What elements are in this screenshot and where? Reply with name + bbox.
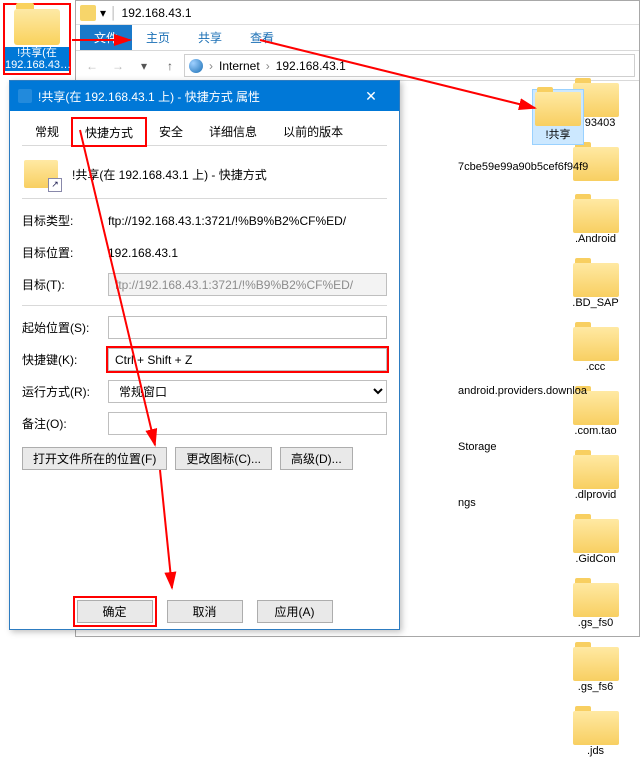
folder-icon: [14, 9, 60, 45]
file-label-peek: android.providers.downloa: [458, 363, 640, 419]
input-comment[interactable]: [108, 412, 387, 435]
tab-share[interactable]: 共享: [184, 25, 236, 50]
nav-row: ← → ▾ ↑ › Internet › 192.168.43.1: [76, 51, 639, 81]
app-icon: [80, 5, 96, 21]
btn-ok[interactable]: 确定: [77, 600, 153, 623]
btn-advanced[interactable]: 高级(D)...: [280, 447, 353, 470]
tab-home[interactable]: 主页: [132, 25, 184, 50]
folder-icon: [573, 711, 619, 745]
lbl-target-type: 目标类型:: [22, 212, 108, 229]
desktop-shortcut-label1: !共享(在: [5, 47, 69, 59]
properties-dialog: !共享(在 192.168.43.1 上) - 快捷方式 属性 ✕ 常规 快捷方…: [9, 80, 400, 630]
titlebar: ▾ │ 192.168.43.1: [76, 1, 639, 25]
crumb-ip[interactable]: 192.168.43.1: [276, 59, 346, 73]
desktop-shortcut-label2: 192.168.43…: [5, 59, 69, 71]
ribbon-tabs: 文件 主页 共享 查看: [76, 25, 639, 51]
globe-icon: [189, 59, 203, 73]
dialog-tabs: 常规 快捷方式 安全 详细信息 以前的版本: [22, 117, 387, 146]
folder-icon: [535, 92, 581, 126]
val-target-type: ftp://192.168.43.1:3721/!%B9%B2%CF%ED/: [108, 214, 387, 228]
tab-file[interactable]: 文件: [80, 25, 132, 50]
input-shortcut-key[interactable]: [108, 348, 387, 371]
nav-up-icon[interactable]: ↑: [158, 54, 182, 78]
close-icon[interactable]: ✕: [351, 88, 391, 105]
dialog-title: !共享(在 192.168.43.1 上) - 快捷方式 属性: [38, 88, 351, 105]
file-item[interactable]: .jds: [558, 711, 633, 757]
window-title: 192.168.43.1: [122, 6, 192, 20]
crumb-internet[interactable]: Internet: [219, 59, 260, 73]
file-label-peek: Storage: [458, 419, 640, 475]
dialog-titlebar: !共享(在 192.168.43.1 上) - 快捷方式 属性 ✕: [10, 81, 399, 111]
btn-apply[interactable]: 应用(A): [257, 600, 333, 623]
lbl-shortcut-key: 快捷键(K):: [22, 351, 108, 368]
dtab-security[interactable]: 安全: [146, 117, 196, 145]
file-label-peek: [458, 531, 640, 587]
dtab-details[interactable]: 详细信息: [196, 117, 270, 145]
btn-open-location[interactable]: 打开文件所在的位置(F): [22, 447, 167, 470]
dtab-previous[interactable]: 以前的版本: [270, 117, 356, 145]
shortcut-folder-icon: [24, 160, 58, 188]
nav-back-icon[interactable]: ←: [80, 54, 104, 78]
file-label-peek: ngs: [458, 475, 640, 531]
lbl-comment: 备注(O):: [22, 415, 108, 432]
dtab-general[interactable]: 常规: [22, 117, 72, 145]
qat-save-icon[interactable]: ▾: [100, 6, 106, 20]
dtab-shortcut[interactable]: 快捷方式: [72, 118, 146, 146]
input-start-in[interactable]: [108, 316, 387, 339]
btn-cancel[interactable]: 取消: [167, 600, 243, 623]
file-label: .jds: [587, 745, 604, 757]
file-label: !共享: [545, 126, 570, 142]
file-label-peek: [458, 195, 640, 251]
btn-change-icon[interactable]: 更改图标(C)...: [175, 447, 272, 470]
val-target-location: 192.168.43.1: [108, 246, 387, 260]
tab-view[interactable]: 查看: [236, 25, 288, 50]
lbl-target: 目标(T):: [22, 276, 108, 293]
file-label-peek: 7cbe59e99a90b5cef6f94f9: [458, 139, 640, 195]
lbl-run: 运行方式(R):: [22, 383, 108, 400]
address-bar[interactable]: › Internet › 192.168.43.1: [184, 54, 635, 77]
select-run[interactable]: 常规窗口: [108, 380, 387, 403]
file-label-peek: [458, 643, 640, 699]
file-label-peek: [458, 251, 640, 307]
desktop-shortcut[interactable]: !共享(在 192.168.43…: [3, 3, 71, 75]
file-label-peek: [458, 307, 640, 363]
file-selected[interactable]: !共享: [532, 89, 584, 145]
file-column-peek: 7cbe59e99a90b5cef6f94f9 android.providers…: [458, 83, 640, 699]
lbl-start-in: 起始位置(S):: [22, 319, 108, 336]
input-target[interactable]: [108, 273, 387, 296]
shortcut-heading: !共享(在 192.168.43.1 上) - 快捷方式: [72, 166, 267, 183]
nav-recent-icon[interactable]: ▾: [132, 54, 156, 78]
dialog-icon: [18, 89, 32, 103]
nav-forward-icon[interactable]: →: [106, 54, 130, 78]
lbl-target-location: 目标位置:: [22, 244, 108, 261]
file-label-peek: [458, 587, 640, 643]
